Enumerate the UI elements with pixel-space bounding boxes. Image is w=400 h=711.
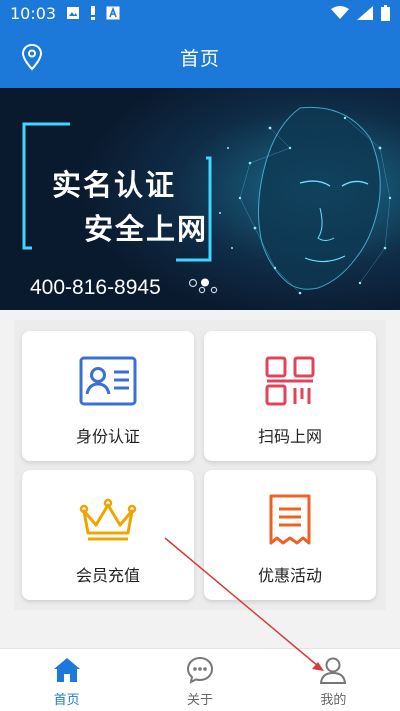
wifi-icon xyxy=(331,6,349,20)
location-pin-icon[interactable] xyxy=(20,43,44,71)
banner-indicator[interactable] xyxy=(188,278,222,294)
nav-label: 关于 xyxy=(186,693,213,708)
app-bar: 首页 xyxy=(0,26,400,88)
feature-label: 会员充值 xyxy=(75,566,140,585)
feature-card-recharge[interactable]: 会员充值 xyxy=(22,470,194,600)
alert-icon xyxy=(90,5,96,21)
nav-label: 我的 xyxy=(320,693,347,708)
feature-label: 身份认证 xyxy=(75,427,140,446)
battery-icon xyxy=(381,5,390,21)
banner-phone: 400-816-8945 xyxy=(30,276,161,299)
feature-card-promotions[interactable]: 优惠活动 xyxy=(204,470,376,600)
feature-card-identity[interactable]: 身份认证 xyxy=(22,331,194,461)
a-icon xyxy=(106,6,120,20)
user-icon xyxy=(318,655,348,685)
nav-item-home[interactable]: 首页 xyxy=(0,649,133,711)
bottom-nav: 首页 关于 我的 xyxy=(0,648,400,711)
nav-item-about[interactable]: 关于 xyxy=(133,649,266,711)
page-title: 首页 xyxy=(179,47,220,70)
feature-grid: 身份认证 扫码上网 会员充值 优惠活动 xyxy=(14,320,386,610)
feature-label: 优惠活动 xyxy=(257,566,322,585)
chat-bubble-icon xyxy=(185,655,215,685)
receipt-icon xyxy=(260,492,320,548)
banner-title-line2: 安全上网 xyxy=(84,212,209,246)
feature-card-scan[interactable]: 扫码上网 xyxy=(204,331,376,461)
status-time: 10:03 xyxy=(10,3,57,23)
id-card-icon xyxy=(78,353,138,409)
home-icon xyxy=(52,655,82,685)
feature-label: 扫码上网 xyxy=(257,427,322,446)
qr-code-icon xyxy=(260,353,320,409)
banner-title-line1: 实名认证 xyxy=(52,168,177,202)
nav-item-mine[interactable]: 我的 xyxy=(267,649,400,711)
crown-icon xyxy=(78,492,138,548)
signal-icon xyxy=(357,6,373,20)
status-bar: 10:03 xyxy=(0,0,400,26)
nav-label: 首页 xyxy=(53,693,80,708)
image-icon xyxy=(66,6,80,20)
promo-banner[interactable]: 实名认证 安全上网 400-816-8945 xyxy=(0,88,400,310)
